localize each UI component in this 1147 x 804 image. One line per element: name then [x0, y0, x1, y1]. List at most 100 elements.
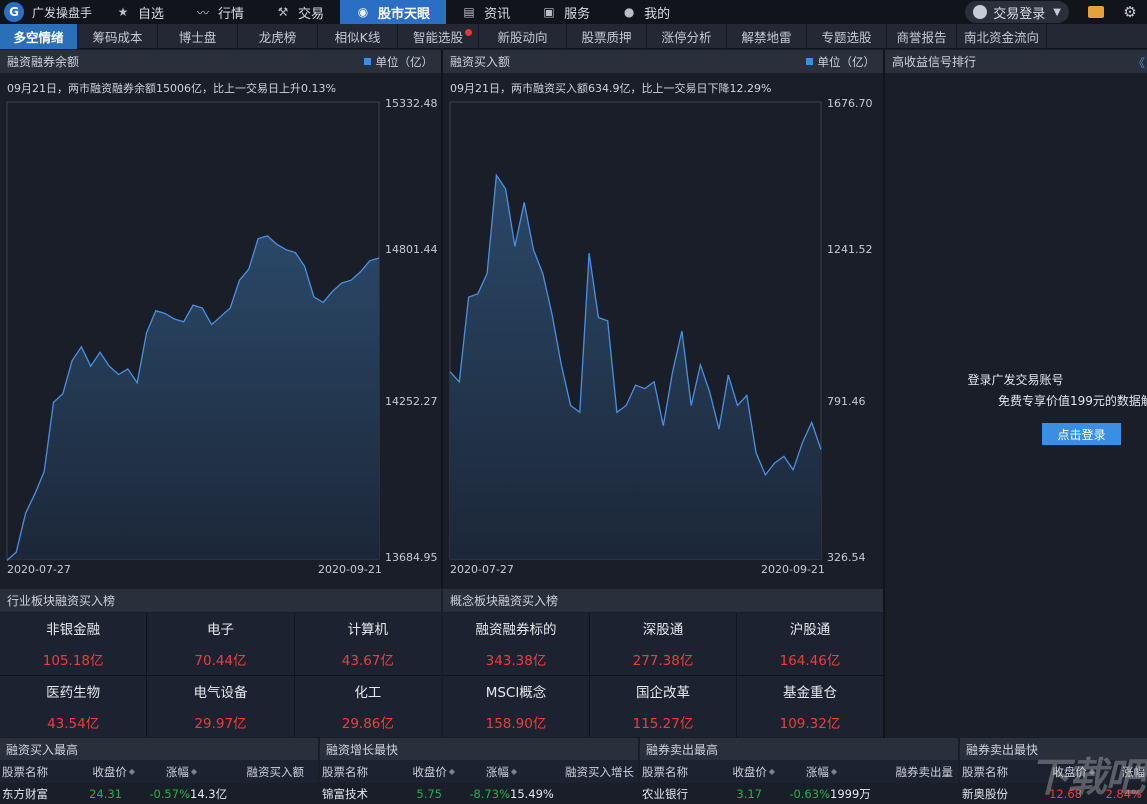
- settings-button[interactable]: ⚙: [1119, 0, 1141, 24]
- tab-unlock-risk[interactable]: 解禁地雷: [727, 24, 807, 49]
- tab-goodwill-report[interactable]: 商誉报告: [887, 24, 957, 49]
- mail-button[interactable]: [1085, 0, 1107, 24]
- tab-new-stocks[interactable]: 新股动向: [479, 24, 567, 49]
- y-tick-label: 15332.48: [385, 97, 438, 110]
- trade-login-button[interactable]: 交易登录 ▼: [965, 1, 1069, 23]
- login-prompt: 登录广发交易账号 免费专享价值199元的数据解: [884, 370, 1147, 412]
- col-value[interactable]: 融资买入额: [197, 764, 305, 780]
- margin-balance-chart: [6, 101, 380, 561]
- tab-dragon-tiger[interactable]: 龙虎榜: [238, 24, 318, 49]
- nav-item-news[interactable]: ▤ 资讯: [446, 0, 526, 24]
- nav-item-market-eye[interactable]: ◉ 股市天眼: [340, 0, 447, 24]
- col-value[interactable]: 融券卖出量: [837, 764, 954, 780]
- tab-north-south-flow[interactable]: 南北资金流向: [957, 24, 1047, 49]
- col-value[interactable]: 融资买入增长: [517, 764, 634, 780]
- app-name: 广发操盘手: [32, 5, 93, 20]
- table-title: 融资增长最快: [320, 738, 638, 760]
- y-tick-label: 1241.52: [827, 243, 873, 256]
- col-change[interactable]: 涨幅 ◆: [135, 764, 197, 780]
- nav-item-trade[interactable]: ⚒ 交易: [260, 0, 340, 24]
- y-tick-label: 14801.44: [385, 243, 438, 256]
- concept-cell[interactable]: 沪股通 164.46亿: [737, 613, 883, 675]
- area-fill: [450, 175, 821, 560]
- y-tick-label: 13684.95: [385, 551, 438, 564]
- star-icon: ★: [117, 5, 129, 19]
- app-logo: G 广发操盘手: [0, 0, 100, 24]
- sub-tabs: 多空情绪 筹码成本 博士盘 龙虎榜 相似K线 智能选股 新股动向 股票质押 涨停…: [0, 24, 1147, 49]
- tab-doctor-board[interactable]: 博士盘: [158, 24, 238, 49]
- industry-cell[interactable]: 电气设备 29.97亿: [147, 675, 294, 737]
- unit-label: 单位（亿）: [805, 50, 875, 73]
- industry-cell[interactable]: 电子 70.44亿: [147, 613, 294, 675]
- main-nav: ★ 自选 〰行情 ⚒ 交易 ◉ 股市天眼 ▤ 资讯 ▣ 服务 ● 我的: [100, 0, 686, 24]
- concept-cell[interactable]: 国企改革 115.27亿: [590, 675, 736, 737]
- signal-ranking-header: 高收益信号排行: [885, 50, 1147, 73]
- login-prompt-line: 免费专享价值199元的数据解: [998, 394, 1147, 408]
- y-tick-label: 791.46: [827, 395, 866, 408]
- nav-item-quotes[interactable]: 〰行情: [180, 0, 260, 24]
- col-close[interactable]: 收盘价 ◆: [80, 764, 135, 780]
- legend-square-icon: [363, 58, 371, 65]
- table-header-row: 股票名称 收盘价 ◆ 涨幅 ◆ 融资买入额: [0, 760, 318, 783]
- margin-balance-header: 融资融券余额 单位（亿）: [0, 50, 441, 73]
- click-login-button[interactable]: 点击登录: [1042, 423, 1121, 445]
- y-tick-label: 326.54: [827, 551, 866, 564]
- login-prompt-line: 登录广发交易账号: [967, 373, 1064, 387]
- nav-item-mine[interactable]: ● 我的: [606, 0, 686, 24]
- margin-purchase-chart: [449, 101, 822, 560]
- nav-item-watchlist[interactable]: ★ 自选: [100, 0, 180, 24]
- tab-topic-pick[interactable]: 专题选股: [807, 24, 887, 49]
- top-margin-buy-table: 融资买入最高 股票名称 收盘价 ◆ 涨幅 ◆ 融资买入额 东方财富 24.31 -0…: [0, 738, 318, 804]
- concept-cell[interactable]: 融资融券标的 343.38亿: [443, 613, 589, 675]
- hammer-icon: ⚒: [277, 5, 289, 19]
- concept-grid: 融资融券标的 343.38亿 深股通 277.38亿 沪股通 164.46亿 MSCI…: [443, 613, 883, 737]
- industry-cell[interactable]: 非银金融 105.18亿: [0, 613, 147, 675]
- margin-balance-subtitle: 09月21日，两市融资融券余额15006亿，比上一交易日上升0.13%: [7, 82, 336, 95]
- industry-cell[interactable]: 医药生物 43.54亿: [0, 675, 147, 737]
- tab-chip-cost[interactable]: 筹码成本: [78, 24, 158, 49]
- table-row[interactable]: 农业银行 3.17 -0.63% 1999万: [640, 783, 958, 804]
- table-header-row: 股票名称 收盘价 ◆ 涨幅 ◆ 融券卖出量: [640, 760, 958, 783]
- concept-cell[interactable]: 深股通 277.38亿: [590, 613, 736, 675]
- col-name[interactable]: 股票名称: [640, 764, 720, 780]
- table-row[interactable]: 东方财富 24.31 -0.57% 14.3亿: [0, 783, 318, 804]
- col-change[interactable]: 涨幅 ◆: [775, 764, 837, 780]
- margin-growth-table: 融资增长最快 股票名称 收盘价 ◆ 涨幅 ◆ 融资买入增长 锦富技术 5.75 -8…: [320, 738, 638, 804]
- tab-limit-up[interactable]: 涨停分析: [647, 24, 727, 49]
- concept-cell[interactable]: 基金重仓 109.32亿: [737, 675, 883, 737]
- top-bar: G 广发操盘手 ★ 自选 〰行情 ⚒ 交易 ◉ 股市天眼 ▤ 资讯 ▣ 服务 ● 我的 交易…: [0, 0, 1147, 24]
- table-row[interactable]: 锦富技术 5.75 -8.73% 15.49%: [320, 783, 638, 804]
- nav-item-services[interactable]: ▣ 服务: [526, 0, 606, 24]
- chevron-down-icon: ▼: [1053, 6, 1061, 18]
- margin-purchase-header: 融资买入额 单位（亿）: [443, 50, 883, 73]
- industry-cell[interactable]: 化工 29.86亿: [294, 675, 441, 737]
- col-close[interactable]: 收盘价 ◆: [720, 764, 775, 780]
- user-icon: ●: [623, 5, 635, 19]
- legend-square-icon: [805, 58, 813, 65]
- area-fill: [7, 235, 379, 561]
- x-tick-label: 2020-07-27: [7, 563, 71, 576]
- avatar-icon: [973, 5, 988, 19]
- tab-stock-pledge[interactable]: 股票质押: [567, 24, 647, 49]
- unit-label: 单位（亿）: [363, 50, 433, 73]
- chart-icon: 〰: [197, 5, 210, 20]
- tab-smart-pick[interactable]: 智能选股: [398, 24, 479, 49]
- y-tick-label: 14252.27: [385, 395, 438, 408]
- concept-cell[interactable]: MSCI概念 158.90亿: [443, 675, 589, 737]
- col-change[interactable]: 涨幅 ◆: [455, 764, 517, 780]
- tab-similar-kline[interactable]: 相似K线: [318, 24, 398, 49]
- col-name[interactable]: 股票名称: [0, 764, 80, 780]
- concept-header: 概念板块融资买入榜: [443, 589, 883, 612]
- collapse-panel-button[interactable]: 《: [1133, 54, 1145, 71]
- top-short-sell-table: 融券卖出最高 股票名称 收盘价 ◆ 涨幅 ◆ 融券卖出量 农业银行 3.17 -0.…: [640, 738, 958, 804]
- col-close[interactable]: 收盘价 ◆: [400, 764, 455, 780]
- table-title: 融券卖出最高: [640, 738, 958, 760]
- logo-icon: G: [4, 2, 24, 22]
- margin-purchase-subtitle: 09月21日，两市融资买入额634.9亿，比上一交易日下降12.29%: [450, 82, 772, 95]
- col-name[interactable]: 股票名称: [320, 764, 400, 780]
- mail-icon: [1088, 6, 1104, 18]
- industry-cell[interactable]: 计算机 43.67亿: [294, 613, 441, 675]
- table-title: 融资买入最高: [0, 738, 318, 760]
- tab-bull-bear-sentiment[interactable]: 多空情绪: [0, 24, 78, 49]
- gear-icon: ⚙: [1123, 3, 1137, 21]
